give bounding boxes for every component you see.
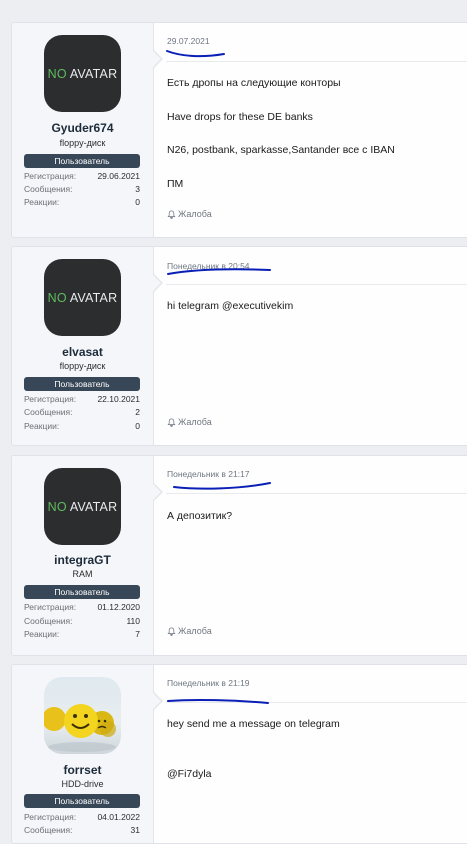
- avatar-avatar-text: AVATAR: [69, 66, 118, 81]
- stat-registration: Регистрация: 01.12.2020: [24, 602, 140, 615]
- bell-icon: [167, 210, 176, 219]
- message-line: hi telegram @executivekim: [167, 300, 294, 312]
- message-line: ПМ: [167, 178, 184, 190]
- divider: [166, 493, 467, 494]
- message-line: @Fi7dyla: [167, 768, 212, 780]
- stat-value: 01.12.2020: [97, 602, 140, 612]
- stat-label: Регистрация:: [24, 602, 77, 612]
- avatar[interactable]: NO AVATAR: [44, 259, 121, 336]
- stat-label: Регистрация:: [24, 394, 77, 404]
- bell-icon: [167, 627, 176, 636]
- avatar[interactable]: [44, 677, 121, 754]
- user-group-badge: Пользователь: [24, 377, 140, 391]
- stat-label: Регистрация:: [24, 171, 77, 181]
- user-info-panel: NO AVATAR Gyuder674 floppy-диск Пользова…: [12, 23, 154, 237]
- speech-arrow: [152, 691, 163, 711]
- username[interactable]: elvasat: [12, 345, 153, 359]
- user-group-badge: Пользователь: [24, 794, 140, 808]
- post-date[interactable]: Понедельник в 21:19: [167, 678, 250, 688]
- stat-reactions: Реакции: 7: [24, 629, 140, 642]
- stat-messages: Сообщения: 110: [24, 616, 140, 629]
- stat-value: 31: [130, 825, 140, 835]
- divider: [166, 61, 467, 62]
- stat-messages: Сообщения: 2: [24, 407, 140, 420]
- speech-arrow: [152, 49, 163, 69]
- user-title: floppy-диск: [59, 361, 106, 371]
- stat-label: Реакции:: [24, 197, 60, 207]
- stat-label: Сообщения:: [24, 616, 73, 626]
- avatar-no-text: NO: [47, 66, 67, 81]
- report-label: Жалоба: [178, 626, 212, 636]
- user-title: HDD-drive: [61, 779, 104, 789]
- stat-value: 22.10.2021: [97, 394, 140, 404]
- message-line: Have drops for these DE banks: [167, 111, 313, 123]
- no-avatar-placeholder: NO AVATAR: [48, 67, 118, 81]
- stat-messages: Сообщения: 3: [24, 184, 140, 197]
- username[interactable]: integraGT: [12, 553, 153, 567]
- post: forrset HDD-drive Пользователь Регистрац…: [11, 664, 467, 844]
- report-label: Жалоба: [178, 417, 212, 427]
- avatar[interactable]: NO AVATAR: [44, 468, 121, 545]
- stat-registration: Регистрация: 22.10.2021: [24, 394, 140, 407]
- avatar[interactable]: NO AVATAR: [44, 35, 121, 112]
- user-group-badge: Пользователь: [24, 154, 140, 168]
- stat-value: 0: [135, 197, 140, 207]
- user-info-panel: NO AVATAR integraGT RAM Пользователь Рег…: [12, 456, 154, 655]
- stat-value: 110: [126, 616, 140, 626]
- message-line: hey send me a message on telegram: [167, 718, 340, 730]
- stat-label: Реакции:: [24, 629, 60, 639]
- no-avatar-placeholder: NO AVATAR: [48, 291, 118, 305]
- stat-value: 7: [135, 629, 140, 639]
- stat-label: Сообщения:: [24, 825, 73, 835]
- message-line: N26, postbank, sparkasse,Santander все с…: [167, 144, 395, 156]
- stat-value: 04.01.2022: [97, 812, 140, 822]
- report-link[interactable]: Жалоба: [167, 417, 212, 427]
- username[interactable]: Gyuder674: [12, 121, 153, 135]
- report-link[interactable]: Жалоба: [167, 209, 212, 219]
- stat-value: 29.06.2021: [97, 171, 140, 181]
- avatar-no-text: NO: [47, 499, 67, 514]
- smiley-balls-image: [44, 704, 116, 752]
- user-title: RAM: [72, 569, 93, 579]
- avatar-avatar-text: AVATAR: [69, 499, 118, 514]
- report-link[interactable]: Жалоба: [167, 626, 212, 636]
- avatar-avatar-text: AVATAR: [69, 290, 118, 305]
- post-date[interactable]: 29.07.2021: [167, 36, 210, 46]
- user-info-panel: NO AVATAR elvasat floppy-диск Пользовате…: [12, 247, 154, 445]
- post: NO AVATAR integraGT RAM Пользователь Рег…: [11, 455, 467, 656]
- stat-registration: Регистрация: 04.01.2022: [24, 812, 140, 825]
- report-label: Жалоба: [178, 209, 212, 219]
- bell-icon: [167, 418, 176, 427]
- message-line: А депозитик?: [167, 510, 233, 522]
- post: NO AVATAR Gyuder674 floppy-диск Пользова…: [11, 22, 467, 238]
- stat-value: 3: [135, 184, 140, 194]
- stat-reactions: Реакции: 0: [24, 197, 140, 210]
- speech-arrow: [152, 482, 163, 502]
- stat-value: 2: [135, 407, 140, 417]
- divider: [166, 702, 467, 703]
- user-group-badge: Пользователь: [24, 585, 140, 599]
- post-date[interactable]: Понедельник в 20:54: [167, 261, 250, 271]
- stat-label: Реакции:: [24, 421, 60, 431]
- stat-label: Регистрация:: [24, 812, 77, 822]
- stat-registration: Регистрация: 29.06.2021: [24, 171, 140, 184]
- divider: [166, 284, 467, 285]
- speech-arrow: [152, 273, 163, 293]
- stat-value: 0: [135, 421, 140, 431]
- stat-label: Сообщения:: [24, 407, 73, 417]
- post: NO AVATAR elvasat floppy-диск Пользовате…: [11, 246, 467, 446]
- stat-reactions: Реакции: 0: [24, 421, 140, 434]
- user-title: floppy-диск: [59, 138, 106, 148]
- no-avatar-placeholder: NO AVATAR: [48, 500, 118, 514]
- username[interactable]: forrset: [12, 763, 153, 777]
- user-info-panel: forrset HDD-drive Пользователь Регистрац…: [12, 665, 154, 843]
- stat-label: Сообщения:: [24, 184, 73, 194]
- message-line: Есть дропы на следующие конторы: [167, 77, 341, 89]
- avatar-no-text: NO: [47, 290, 67, 305]
- post-date[interactable]: Понедельник в 21:17: [167, 469, 250, 479]
